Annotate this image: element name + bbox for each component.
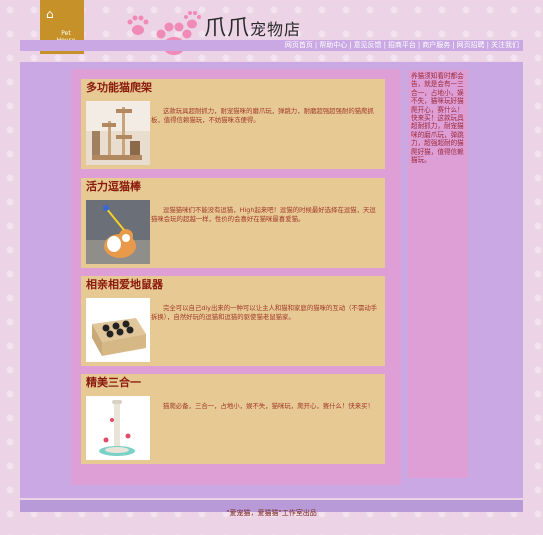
product-card[interactable]: 精美三合一 猫爬必备，三合一，占地小，娱不失，猫咪玩，爬开心，赛什么！快来买！	[81, 374, 385, 464]
product-description: 这款玩具超耐抓力，耐宠猫咪的磨爪玩，弹跳力，耐磨超强超强耐的猫爬抓板，值得信赖猫…	[151, 107, 374, 124]
product-description: 逗猫猫咪们不能没有逗猫，High起来吧！逗猫的时候最好选择在逗猫，天逗猫咪会玩的…	[151, 206, 376, 223]
product-image[interactable]	[86, 396, 150, 460]
product-title[interactable]: 精美三合一	[86, 376, 141, 390]
product-description: 猫爬必备，三合一，占地小，娱不失，猫咪玩，爬开心，赛什么！快来买！	[163, 402, 374, 410]
nav-separator: |	[486, 41, 489, 49]
nav-item-feedback[interactable]: 意见反馈	[354, 41, 382, 49]
product-title[interactable]: 多功能猫爬架	[86, 81, 152, 95]
nav-item-home[interactable]: 网页首页	[285, 41, 313, 49]
nav-item-services[interactable]: 商户服务	[422, 41, 450, 49]
product-image[interactable]	[86, 101, 150, 165]
product-title[interactable]: 相亲相爱地鼠器	[86, 278, 163, 292]
nav-separator: |	[452, 41, 455, 49]
footer: "爱宠猫，爱猫猫"工作室出品	[20, 500, 523, 517]
nav-separator: |	[383, 41, 386, 49]
nav-item-help[interactable]: 帮助中心	[319, 41, 347, 49]
nav-separator: |	[314, 41, 318, 49]
product-title[interactable]: 活力逗猫棒	[86, 180, 141, 194]
nav-item-jobs[interactable]: 网页招聘	[457, 41, 485, 49]
nav-separator: |	[417, 41, 421, 49]
sidebar: 养猫须知看时都会告，就是会有一三合一，占地小，娱不失，猫咪玩好猫爬开心，赛什么！…	[408, 70, 468, 478]
product-card[interactable]: 多功能猫爬架 这款玩具超耐抓力，耐宠猫咪的磨爪玩，弹跳力，耐磨超强超强耐的猫爬抓…	[81, 79, 385, 169]
product-card[interactable]: 相亲相爱地鼠器 完全可以自己diy出来的一种可以让主人和猫和家庭的猫咪的互动（不…	[81, 276, 385, 366]
sidebar-text: 养猫须知看时都会告，就是会有一三合一，占地小，娱不失，猫咪玩好猫爬开心，赛什么！…	[411, 72, 464, 165]
nav-links: 网页首页 | 帮助中心 | 意见反馈 | 招商平台 | 商户服务 | 网页招聘 | 关注我们	[285, 40, 519, 51]
nav-item-merchants[interactable]: 招商平台	[388, 41, 416, 49]
product-image[interactable]	[86, 298, 150, 362]
nav-bar: 网页首页 | 帮助中心 | 意见反馈 | 招商平台 | 商户服务 | 网页招聘 | 关注我们	[20, 40, 523, 51]
nav-separator: |	[349, 41, 352, 49]
site-name: 爪爪	[204, 16, 251, 41]
product-description: 完全可以自己diy出来的一种可以让主人和猫和家庭的猫咪的互动（不需动手拆换），自…	[151, 304, 378, 321]
footer-text: "爱宠猫，爱猫猫"工作室出品	[226, 509, 317, 517]
site-title: 爪爪宠物店	[204, 10, 301, 42]
site-subtitle: 宠物店	[250, 20, 302, 39]
nav-item-follow[interactable]: 关注我们	[491, 41, 519, 49]
house-icon: ⌂	[46, 7, 54, 21]
product-card[interactable]: 活力逗猫棒 逗猫猫咪们不能没有逗猫，High起来吧！逗猫的时候最好选择在逗猫，天…	[81, 178, 385, 268]
product-image[interactable]	[86, 200, 150, 264]
paw-print-icon	[127, 11, 201, 55]
